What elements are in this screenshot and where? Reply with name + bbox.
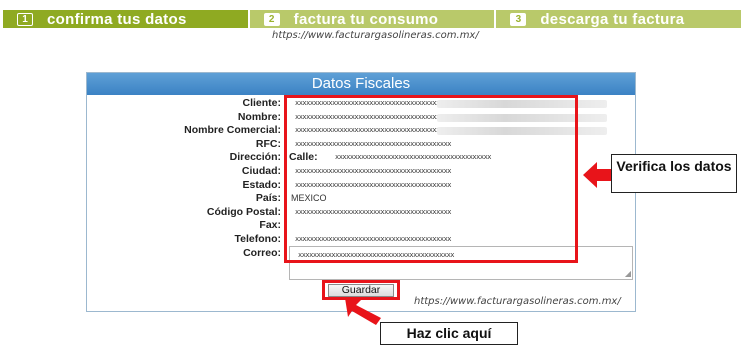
field-rfc[interactable]: xxxxxxxxxxxxxxxxxxxxxxxxxxxxxxxxxxxxxxxx…	[287, 138, 627, 152]
step-label: confirma tus datos	[47, 10, 187, 28]
arrow-left-icon	[583, 162, 612, 188]
label-nombre-comercial: Nombre Comercial:	[184, 124, 281, 137]
field-value: xxxxxxxxxxxxxxxxxxxxxxxxxxxxxxxxxxxxxxxx…	[295, 180, 452, 189]
field-telefono[interactable]: xxxxxxxxxxxxxxxxxxxxxxxxxxxxxxxxxxxxxxxx…	[287, 233, 627, 247]
field-nombre-comercial[interactable]: xxxxxxxxxxxxxxxxxxxxxxxxxxxxxxxxxxxxxxxx…	[287, 124, 627, 138]
redacted-blur	[437, 113, 607, 122]
field-labels: Cliente: Nombre: Nombre Comercial: RFC: …	[87, 97, 283, 260]
resize-handle-icon[interactable]: ◢	[625, 270, 631, 278]
step-3: 3 descarga tu factura	[496, 10, 744, 28]
step-number: 1	[17, 12, 33, 26]
field-fax[interactable]	[287, 219, 627, 233]
label-nombre: Nombre:	[237, 110, 281, 123]
callout-verify-data: Verifica los datos	[611, 154, 737, 193]
label-cliente: Cliente:	[242, 97, 281, 109]
field-value: xxxxxxxxxxxxxxxxxxxxxxxxxxxxxxxxxxxxxxxx…	[335, 153, 492, 162]
label-codigo-postal: Código Postal:	[206, 205, 281, 218]
label-ciudad: Ciudad:	[241, 164, 281, 177]
field-value: xxxxxxxxxxxxxxxxxxxxxxxxxxxxxxxxxxxxxxxx…	[298, 251, 455, 259]
panel-title: Datos Fiscales	[87, 73, 635, 95]
watermark-bottom: https://www.facturargasolineras.com.mx/	[414, 296, 621, 307]
watermark-top: https://www.facturargasolineras.com.mx/	[272, 30, 479, 41]
field-ciudad[interactable]: xxxxxxxxxxxxxxxxxxxxxxxxxxxxxxxxxxxxxxxx…	[287, 165, 627, 179]
redacted-blur	[437, 127, 607, 136]
label-fax: Fax:	[259, 219, 281, 232]
step-number: 2	[263, 12, 280, 26]
label-telefono: Telefono:	[234, 232, 281, 245]
field-estado[interactable]: xxxxxxxxxxxxxxxxxxxxxxxxxxxxxxxxxxxxxxxx…	[287, 179, 627, 193]
step-2: 2 factura tu consumo	[249, 10, 497, 28]
label-estado: Estado:	[242, 178, 281, 191]
step-number: 3	[510, 12, 527, 26]
fiscal-data-panel: Datos Fiscales Cliente: Nombre: Nombre C…	[86, 72, 636, 312]
calle-label: Calle:	[289, 151, 318, 164]
progress-steps: 1 confirma tus datos 2 factura tu consum…	[3, 10, 744, 28]
label-pais: País:	[255, 192, 281, 205]
field-value: MEXICO	[291, 193, 327, 204]
label-direccion: Dirección:	[229, 151, 281, 164]
step-label: descarga tu factura	[540, 10, 685, 28]
callout-click-here: Haz clic aquí	[380, 322, 518, 345]
label-correo: Correo:	[243, 246, 281, 259]
field-value: xxxxxxxxxxxxxxxxxxxxxxxxxxxxxxxxxxxxxxxx…	[295, 139, 452, 148]
field-cliente[interactable]: xxxxxxxxxxxxxxxxxxxxxxxxxxxxxxxxxxxxxxxx…	[287, 97, 627, 111]
field-codigo-postal[interactable]: xxxxxxxxxxxxxxxxxxxxxxxxxxxxxxxxxxxxxxxx…	[287, 206, 627, 220]
label-rfc: RFC:	[255, 137, 281, 150]
step-label: factura tu consumo	[293, 10, 439, 28]
arrow-up-left-icon	[345, 298, 381, 325]
field-nombre[interactable]: xxxxxxxxxxxxxxxxxxxxxxxxxxxxxxxxxxxxxxxx…	[287, 111, 627, 125]
field-value: xxxxxxxxxxxxxxxxxxxxxxxxxxxxxxxxxxxxxxxx…	[295, 166, 452, 175]
email-textarea[interactable]: xxxxxxxxxxxxxxxxxxxxxxxxxxxxxxxxxxxxxxxx…	[289, 246, 633, 280]
field-value: xxxxxxxxxxxxxxxxxxxxxxxxxxxxxxxxxxxxxxxx…	[295, 99, 452, 107]
field-value: xxxxxxxxxxxxxxxxxxxxxxxxxxxxxxxxxxxxxxxx…	[295, 126, 452, 135]
field-values: xxxxxxxxxxxxxxxxxxxxxxxxxxxxxxxxxxxxxxxx…	[287, 97, 627, 247]
field-value: xxxxxxxxxxxxxxxxxxxxxxxxxxxxxxxxxxxxxxxx…	[295, 112, 452, 121]
step-1: 1 confirma tus datos	[3, 10, 250, 28]
field-pais[interactable]: MEXICO	[287, 192, 627, 206]
field-value: xxxxxxxxxxxxxxxxxxxxxxxxxxxxxxxxxxxxxxxx…	[295, 207, 452, 216]
redacted-blur	[437, 100, 607, 108]
field-direccion[interactable]: Calle: xxxxxxxxxxxxxxxxxxxxxxxxxxxxxxxxx…	[287, 151, 627, 165]
field-value: xxxxxxxxxxxxxxxxxxxxxxxxxxxxxxxxxxxxxxxx…	[295, 234, 452, 243]
